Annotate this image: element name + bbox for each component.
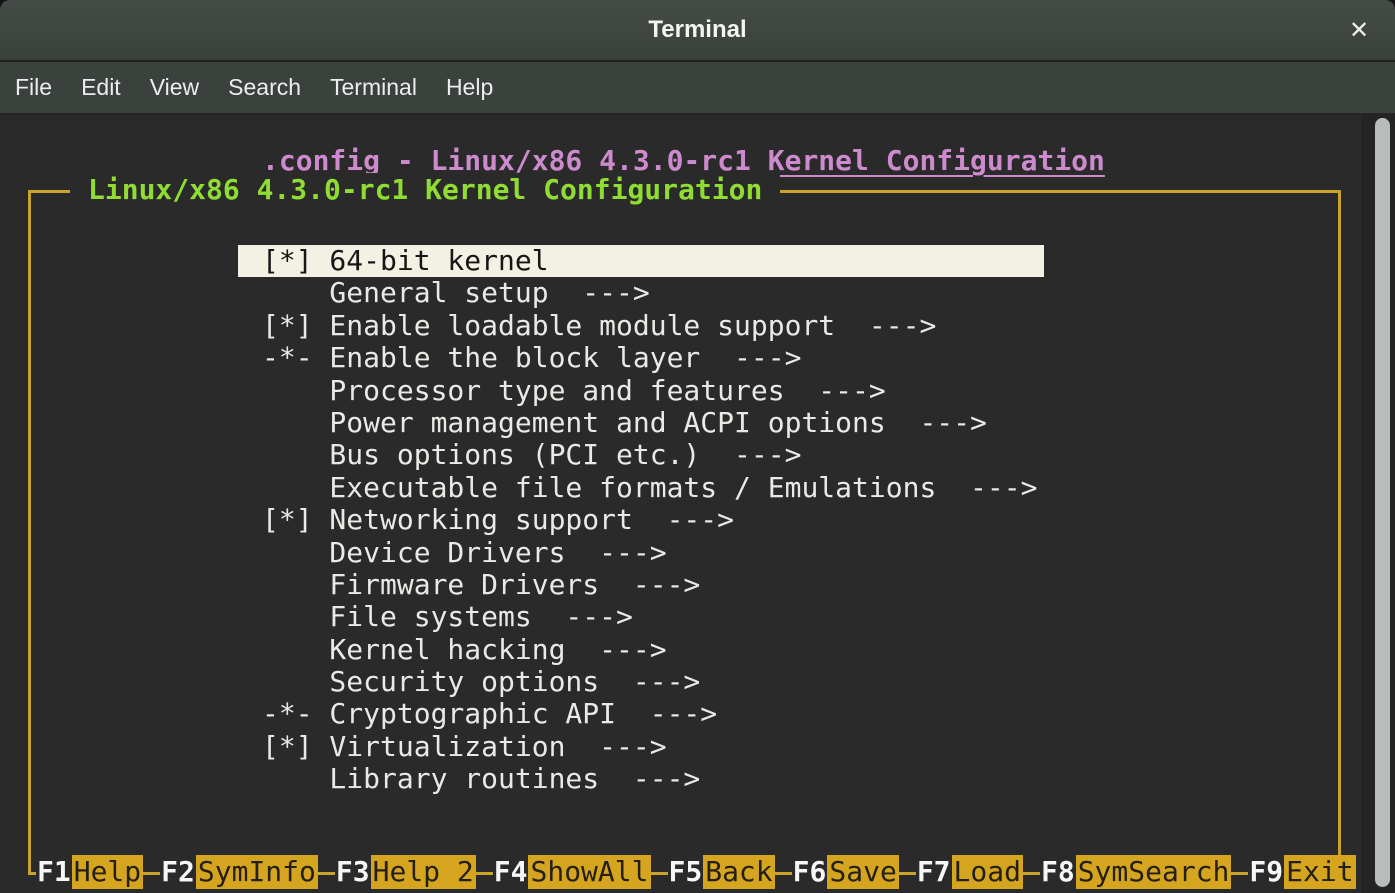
menu-item[interactable]: -*- Enable the block layer ---> bbox=[238, 342, 1044, 374]
fkey-number: F8 bbox=[1040, 855, 1076, 889]
fkey-action-label: Load bbox=[952, 855, 1023, 889]
scrollbar-thumb[interactable] bbox=[1375, 118, 1390, 887]
fkey-f5[interactable]: F5Back bbox=[668, 855, 775, 889]
menu-item[interactable]: Executable file formats / Emulations ---… bbox=[238, 472, 1044, 504]
menu-item-text: Security options ---> bbox=[262, 665, 700, 698]
menu-item-text: [*] Virtualization ---> bbox=[262, 730, 667, 763]
menu-item-text: -*- Enable the block layer ---> bbox=[262, 341, 801, 374]
fkey-number: F3 bbox=[335, 855, 371, 889]
titlebar: Terminal ✕ bbox=[0, 0, 1395, 62]
fkey-number: F5 bbox=[668, 855, 704, 889]
fkey-number: F6 bbox=[792, 855, 828, 889]
menubar-item-search[interactable]: Search bbox=[228, 74, 301, 101]
menu-item[interactable]: [*] Enable loadable module support ---> bbox=[238, 310, 1044, 342]
fkey-f9[interactable]: F9Exit bbox=[1248, 855, 1355, 889]
menubar-item-edit[interactable]: Edit bbox=[81, 74, 121, 101]
config-box-title: Linux/x86 4.3.0-rc1 Kernel Configuration bbox=[70, 173, 780, 207]
terminal-screen: .config - Linux/x86 4.3.0-rc1 Kernel Con… bbox=[0, 115, 1395, 893]
menu-item[interactable]: Device Drivers ---> bbox=[238, 537, 1044, 569]
menu-item[interactable]: Bus options (PCI etc.) ---> bbox=[238, 439, 1044, 471]
fkey-action-label: ShowAll bbox=[528, 855, 650, 889]
fkey-f8[interactable]: F8SymSearch bbox=[1040, 855, 1231, 889]
menu-item[interactable]: File systems ---> bbox=[238, 601, 1044, 633]
menu-item-text: Power management and ACPI options ---> bbox=[262, 406, 987, 439]
fkey-action-label: SymSearch bbox=[1076, 855, 1232, 889]
menubar-item-terminal[interactable]: Terminal bbox=[330, 74, 417, 101]
menu-item-text: Device Drivers ---> bbox=[262, 536, 667, 569]
menu-item-text: Processor type and features ---> bbox=[262, 374, 886, 407]
menu-item-text: File systems ---> bbox=[262, 600, 633, 633]
function-key-bar: F1Help F2SymInfo F3Help 2 F4ShowAll F5Back F6… bbox=[36, 855, 1356, 889]
menubar: File Edit View Search Terminal Help bbox=[0, 62, 1395, 115]
menu-item[interactable]: Power management and ACPI options ---> bbox=[238, 407, 1044, 439]
fkey-action-label: Save bbox=[827, 855, 898, 889]
fkey-number: F1 bbox=[36, 855, 72, 889]
fkey-action-label: Help bbox=[72, 855, 143, 889]
menu-item[interactable]: Kernel hacking ---> bbox=[238, 634, 1044, 666]
menu-item[interactable]: -*- Cryptographic API ---> bbox=[238, 698, 1044, 730]
menu-item-text: [*] Networking support ---> bbox=[262, 503, 734, 536]
fkey-number: F4 bbox=[493, 855, 529, 889]
fkey-f6[interactable]: F6Save bbox=[792, 855, 899, 889]
menu-item[interactable]: [*] 64-bit kernel bbox=[238, 245, 1044, 277]
menubar-item-file[interactable]: File bbox=[15, 74, 52, 101]
menu-item-text: [*] Enable loadable module support ---> bbox=[262, 309, 936, 342]
menubar-item-help[interactable]: Help bbox=[446, 74, 493, 101]
menu-item-text: Kernel hacking ---> bbox=[262, 633, 667, 666]
menu-item-text: [*] 64-bit kernel bbox=[238, 245, 1044, 277]
fkey-f2[interactable]: F2SymInfo bbox=[160, 855, 318, 889]
menu-item[interactable]: [*] Virtualization ---> bbox=[238, 731, 1044, 763]
fkey-f7[interactable]: F7Load bbox=[916, 855, 1023, 889]
window-title: Terminal bbox=[0, 0, 1395, 60]
menu-item-text: General setup ---> bbox=[262, 276, 650, 309]
menu-item-text: Firmware Drivers ---> bbox=[262, 568, 700, 601]
fkey-action-label: Help 2 bbox=[371, 855, 476, 889]
menu-item[interactable]: Security options ---> bbox=[238, 666, 1044, 698]
menu-item-text: Executable file formats / Emulations ---… bbox=[262, 471, 1037, 504]
fkey-action-label: Exit bbox=[1284, 855, 1355, 889]
menu-item[interactable]: Processor type and features ---> bbox=[238, 375, 1044, 407]
menu-item[interactable]: Library routines ---> bbox=[238, 763, 1044, 795]
menu-item[interactable]: General setup ---> bbox=[238, 277, 1044, 309]
menubar-item-view[interactable]: View bbox=[150, 74, 199, 101]
close-icon[interactable]: ✕ bbox=[1341, 14, 1377, 48]
menu-item[interactable]: [*] Networking support ---> bbox=[238, 504, 1044, 536]
menu-item-text: Bus options (PCI etc.) ---> bbox=[262, 438, 801, 471]
fkey-f3[interactable]: F3Help 2 bbox=[335, 855, 476, 889]
fkey-number: F2 bbox=[160, 855, 196, 889]
fkey-f4[interactable]: F4ShowAll bbox=[493, 855, 651, 889]
fkey-action-label: Back bbox=[703, 855, 774, 889]
fkey-number: F9 bbox=[1248, 855, 1284, 889]
config-menu-list: [*] 64-bit kernel General setup --->[*] … bbox=[238, 245, 1044, 796]
menu-item[interactable]: Firmware Drivers ---> bbox=[238, 569, 1044, 601]
fkey-number: F7 bbox=[916, 855, 952, 889]
fkey-action-label: SymInfo bbox=[196, 855, 318, 889]
terminal-window: Terminal ✕ File Edit View Search Terminal Hel… bbox=[0, 0, 1395, 893]
menu-item-text: Library routines ---> bbox=[262, 762, 700, 795]
fkey-f1[interactable]: F1Help bbox=[36, 855, 143, 889]
menu-item-text: -*- Cryptographic API ---> bbox=[262, 697, 717, 730]
